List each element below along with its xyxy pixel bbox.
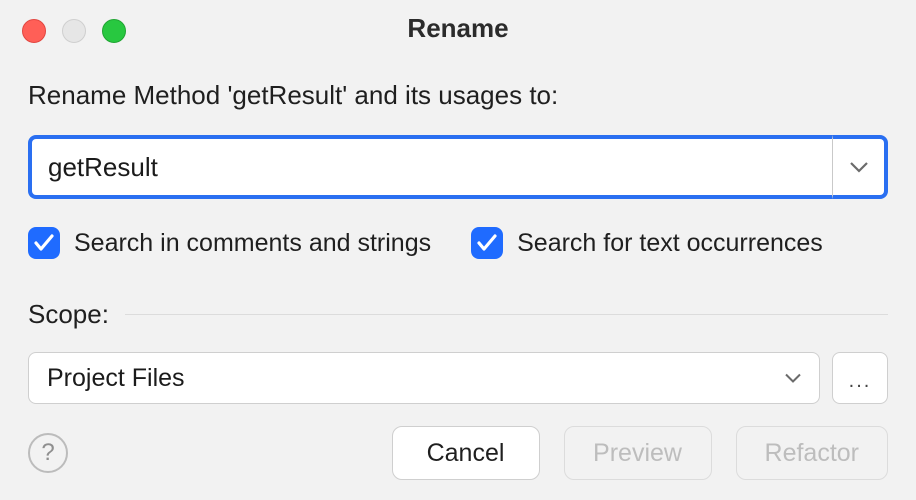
search-comments-label: Search in comments and strings — [74, 229, 431, 258]
rename-input[interactable] — [28, 135, 832, 199]
scope-selected-value: Project Files — [47, 364, 185, 393]
chevron-down-icon — [850, 161, 868, 173]
options-row: Search in comments and strings Search fo… — [28, 227, 888, 259]
footer: ? Cancel Preview Refactor — [28, 426, 888, 480]
preview-button[interactable]: Preview — [564, 426, 712, 480]
checkbox-box — [471, 227, 503, 259]
checkmark-icon — [34, 234, 54, 252]
checkmark-icon — [477, 234, 497, 252]
help-icon: ? — [41, 439, 54, 467]
divider — [125, 314, 888, 315]
scope-section: Scope: Project Files ... — [28, 299, 888, 404]
minimize-window-button[interactable] — [62, 19, 86, 43]
button-row: Cancel Preview Refactor — [392, 426, 888, 480]
scope-more-button[interactable]: ... — [832, 352, 888, 404]
help-button[interactable]: ? — [28, 433, 68, 473]
titlebar: Rename — [0, 0, 916, 56]
search-text-occurrences-checkbox[interactable]: Search for text occurrences — [471, 227, 823, 259]
window-controls — [22, 19, 126, 43]
prompt-label: Rename Method 'getResult' and its usages… — [28, 80, 888, 111]
scope-select[interactable]: Project Files — [28, 352, 820, 404]
cancel-button[interactable]: Cancel — [392, 426, 540, 480]
search-text-occurrences-label: Search for text occurrences — [517, 229, 823, 258]
window-title: Rename — [407, 13, 508, 44]
search-comments-checkbox[interactable]: Search in comments and strings — [28, 227, 431, 259]
rename-history-dropdown[interactable] — [832, 135, 888, 199]
checkbox-box — [28, 227, 60, 259]
close-window-button[interactable] — [22, 19, 46, 43]
scope-row: Project Files ... — [28, 352, 888, 404]
rename-field-row — [28, 135, 888, 199]
zoom-window-button[interactable] — [102, 19, 126, 43]
refactor-button[interactable]: Refactor — [736, 426, 888, 480]
dialog-content: Rename Method 'getResult' and its usages… — [0, 56, 916, 404]
scope-label: Scope: — [28, 299, 109, 330]
scope-header: Scope: — [28, 299, 888, 330]
chevron-down-icon — [785, 373, 801, 383]
